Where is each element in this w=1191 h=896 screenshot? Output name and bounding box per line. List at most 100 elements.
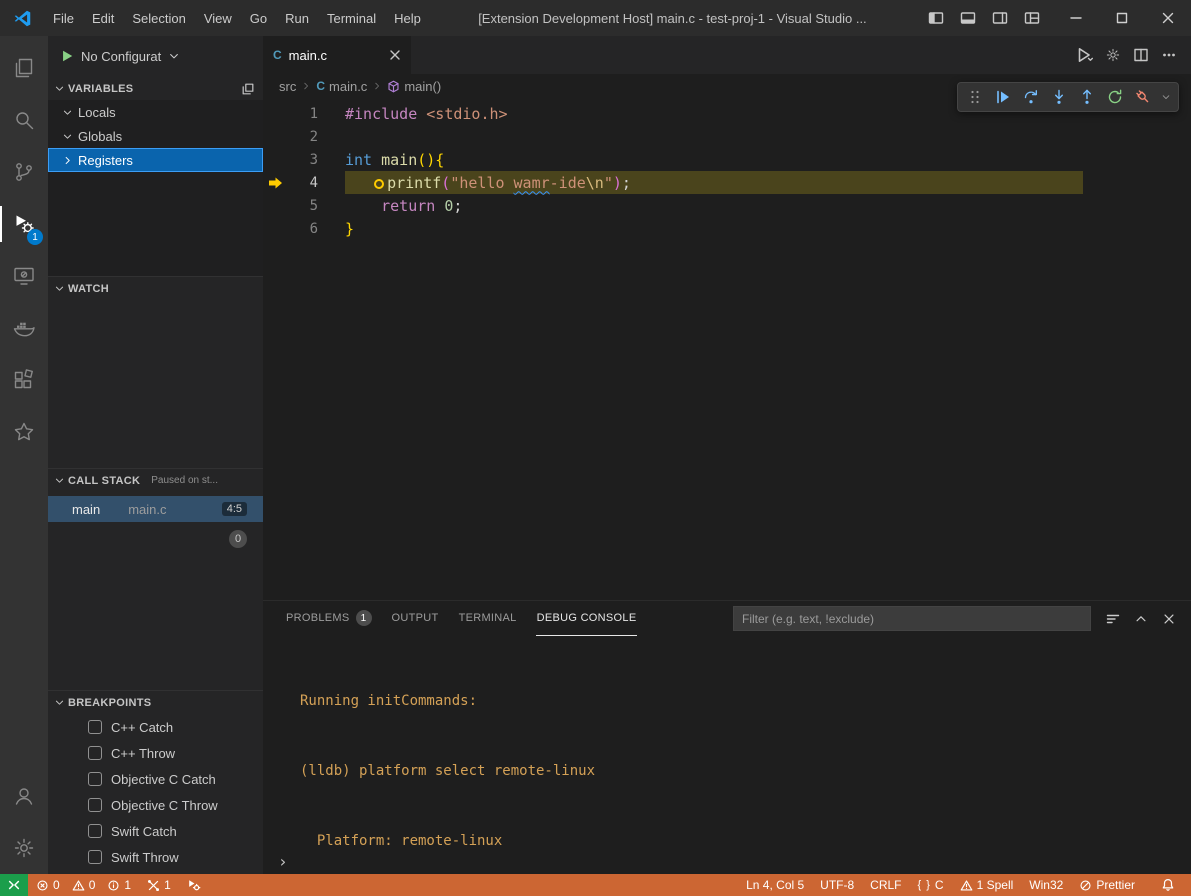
- start-debug-icon[interactable]: [60, 49, 74, 63]
- code-text[interactable]: }: [345, 220, 354, 238]
- menu-help[interactable]: Help: [385, 0, 430, 36]
- debug-toolbar-chevron-icon[interactable]: [1158, 84, 1174, 110]
- code-line-current[interactable]: 4 printf("hello wamr-ide\n");: [263, 171, 1191, 194]
- tab-terminal[interactable]: TERMINAL: [458, 601, 518, 636]
- formatter-status[interactable]: Prettier: [1071, 878, 1143, 892]
- variables-section-header[interactable]: VARIABLES: [48, 76, 263, 100]
- breakpoint-row[interactable]: C++ Throw: [48, 740, 263, 766]
- breakpoints-section-header[interactable]: BREAKPOINTS: [48, 690, 263, 714]
- breadcrumb-file[interactable]: C main.c: [316, 79, 367, 94]
- code-line[interactable]: 3 int main(){: [263, 148, 1191, 171]
- code-editor[interactable]: 1 #include <stdio.h> 2 3 int main(){ 4 p…: [263, 98, 1191, 600]
- line-number[interactable]: 1: [289, 106, 318, 122]
- customize-layout-icon[interactable]: [1019, 5, 1045, 31]
- debug-console-output[interactable]: Running initCommands: (lldb) platform se…: [263, 636, 1191, 848]
- menu-run[interactable]: Run: [276, 0, 318, 36]
- menu-view[interactable]: View: [195, 0, 241, 36]
- breakpoint-row[interactable]: Swift Throw: [48, 844, 263, 870]
- tab-main-c[interactable]: C main.c: [263, 36, 411, 74]
- toolbar-drag-grip[interactable]: [962, 84, 988, 110]
- menu-go[interactable]: Go: [241, 0, 276, 36]
- stack-frame-row[interactable]: main main.c 4:5: [48, 496, 263, 522]
- breakpoint-checkbox[interactable]: [88, 824, 102, 838]
- minimize-button[interactable]: [1053, 0, 1099, 36]
- code-text[interactable]: int main(){: [345, 151, 444, 169]
- step-over-button[interactable]: [1018, 84, 1044, 110]
- activity-settings[interactable]: [0, 822, 48, 874]
- activity-docker[interactable]: [0, 302, 48, 354]
- line-number[interactable]: 3: [289, 152, 318, 168]
- code-line[interactable]: 6 }: [263, 217, 1191, 240]
- activity-remote-explorer[interactable]: [0, 250, 48, 302]
- disconnect-button[interactable]: [1130, 84, 1156, 110]
- menu-edit[interactable]: Edit: [83, 0, 123, 36]
- collapse-all-icon[interactable]: [241, 82, 255, 96]
- breadcrumb-src[interactable]: src: [279, 79, 296, 94]
- step-out-button[interactable]: [1074, 84, 1100, 110]
- code-line[interactable]: 2: [263, 125, 1191, 148]
- breakpoint-row[interactable]: C++ Catch: [48, 714, 263, 740]
- breadcrumb-symbol[interactable]: main(): [387, 79, 441, 94]
- debug-status[interactable]: [179, 874, 209, 896]
- continue-button[interactable]: [990, 84, 1016, 110]
- activity-favorites[interactable]: [0, 406, 48, 458]
- breakpoint-checkbox[interactable]: [88, 850, 102, 864]
- variables-item-globals[interactable]: Globals: [48, 124, 263, 148]
- tab-output[interactable]: OUTPUT: [391, 601, 440, 636]
- activity-source-control[interactable]: [0, 146, 48, 198]
- platform-indicator[interactable]: Win32: [1021, 878, 1071, 892]
- breakpoint-checkbox[interactable]: [88, 798, 102, 812]
- close-tab-icon[interactable]: [389, 49, 401, 61]
- notifications-bell[interactable]: [1143, 878, 1183, 892]
- toggle-panel-icon[interactable]: [955, 5, 981, 31]
- tools-status[interactable]: 1: [139, 874, 179, 896]
- close-window-button[interactable]: [1145, 0, 1191, 36]
- maximize-button[interactable]: [1099, 0, 1145, 36]
- editor-settings-gear-icon[interactable]: [1105, 47, 1121, 63]
- breakpoint-checkbox[interactable]: [88, 746, 102, 760]
- encoding-indicator[interactable]: UTF-8: [812, 878, 862, 892]
- restart-button[interactable]: [1102, 84, 1128, 110]
- problems-status[interactable]: 0 0 1: [28, 874, 139, 896]
- code-text[interactable]: return 0;: [345, 197, 462, 215]
- line-number[interactable]: 4: [289, 175, 318, 191]
- variables-item-registers[interactable]: Registers: [48, 148, 263, 172]
- call-stack-section-header[interactable]: CALL STACK Paused on st...: [48, 468, 263, 492]
- maximize-panel-icon[interactable]: [1129, 607, 1153, 631]
- menu-terminal[interactable]: Terminal: [318, 0, 385, 36]
- debug-config-dropdown[interactable]: No Configurat: [48, 36, 263, 76]
- console-filter-input[interactable]: [733, 606, 1091, 631]
- variables-item-locals[interactable]: Locals: [48, 100, 263, 124]
- line-number[interactable]: 5: [289, 198, 318, 214]
- activity-extensions[interactable]: [0, 354, 48, 406]
- line-number[interactable]: 6: [289, 221, 318, 237]
- split-editor-icon[interactable]: [1133, 47, 1149, 63]
- menu-file[interactable]: File: [44, 0, 83, 36]
- line-number[interactable]: 2: [289, 129, 318, 145]
- code-line[interactable]: 5 return 0;: [263, 194, 1191, 217]
- tab-problems[interactable]: PROBLEMS 1: [285, 601, 373, 636]
- activity-run-debug[interactable]: 1: [0, 198, 48, 250]
- close-panel-icon[interactable]: [1157, 607, 1181, 631]
- eol-indicator[interactable]: CRLF: [862, 878, 909, 892]
- inline-breakpoint-icon[interactable]: [374, 179, 384, 189]
- remote-indicator[interactable]: [0, 874, 28, 896]
- breakpoint-row[interactable]: Swift Catch: [48, 818, 263, 844]
- console-lines-icon[interactable]: [1101, 607, 1125, 631]
- code-text[interactable]: #include <stdio.h>: [345, 105, 508, 123]
- toggle-sidebar-icon[interactable]: [923, 5, 949, 31]
- breakpoint-checkbox[interactable]: [88, 772, 102, 786]
- breakpoint-row[interactable]: Objective C Throw: [48, 792, 263, 818]
- step-into-button[interactable]: [1046, 84, 1072, 110]
- breakpoint-checkbox[interactable]: [88, 720, 102, 734]
- activity-accounts[interactable]: [0, 770, 48, 822]
- tab-debug-console[interactable]: DEBUG CONSOLE: [536, 601, 638, 636]
- code-text[interactable]: printf("hello wamr-ide\n");: [345, 174, 631, 192]
- more-actions-icon[interactable]: [1161, 47, 1177, 63]
- breakpoint-row[interactable]: Objective C Catch: [48, 766, 263, 792]
- activity-search[interactable]: [0, 94, 48, 146]
- activity-explorer[interactable]: [0, 42, 48, 94]
- run-or-debug-icon[interactable]: [1075, 46, 1093, 64]
- current-statement-arrow-icon[interactable]: [263, 175, 289, 191]
- menu-selection[interactable]: Selection: [123, 0, 194, 36]
